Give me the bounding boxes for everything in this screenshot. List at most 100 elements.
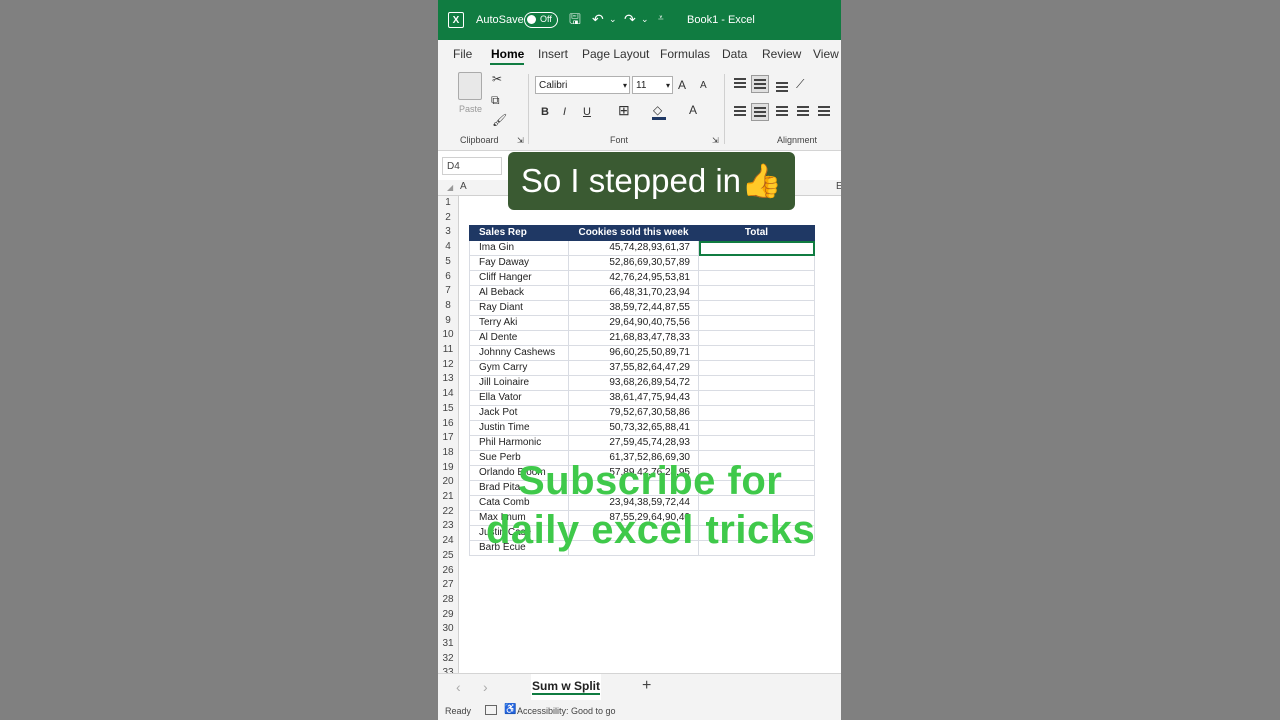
font-name-combo[interactable]: Calibri ▾: [535, 76, 630, 94]
accessibility-status[interactable]: Accessibility: Good to go: [517, 706, 616, 716]
grow-font-icon[interactable]: A: [678, 78, 686, 92]
sales-rep-cell[interactable]: Fay Daway: [469, 255, 569, 271]
row-header[interactable]: 3: [438, 225, 458, 240]
tab-review[interactable]: Review: [762, 47, 801, 61]
row-header[interactable]: 2: [438, 211, 458, 226]
bold-button[interactable]: B: [541, 105, 549, 119]
autosave-toggle[interactable]: Off: [524, 12, 558, 28]
row-header[interactable]: 32: [438, 652, 458, 667]
tab-page-layout[interactable]: Page Layout: [582, 47, 649, 61]
row-header[interactable]: 6: [438, 270, 458, 285]
cookies-cell[interactable]: 42,76,24,95,53,81: [568, 270, 699, 286]
row-header[interactable]: 5: [438, 255, 458, 270]
row-header[interactable]: 20: [438, 475, 458, 490]
underline-button[interactable]: U: [583, 105, 591, 119]
tab-insert[interactable]: Insert: [538, 47, 568, 61]
row-header[interactable]: 33: [438, 666, 458, 673]
prev-sheet-icon[interactable]: ‹: [456, 679, 461, 695]
total-cell[interactable]: [698, 420, 815, 436]
select-all-icon[interactable]: ◢: [447, 183, 453, 192]
sales-rep-cell[interactable]: Jack Pot: [469, 405, 569, 421]
total-cell[interactable]: [698, 330, 815, 346]
add-sheet-icon[interactable]: +: [642, 677, 651, 695]
orientation-icon[interactable]: ⟋: [796, 77, 804, 91]
total-cell[interactable]: [698, 255, 815, 271]
total-cell[interactable]: [698, 285, 815, 301]
row-header[interactable]: 19: [438, 461, 458, 476]
undo-icon[interactable]: ↶: [592, 11, 604, 27]
cookies-cell[interactable]: 38,59,72,44,87,55: [568, 300, 699, 316]
cookies-cell[interactable]: 52,86,69,30,57,89: [568, 255, 699, 271]
sales-rep-cell[interactable]: Justin Time: [469, 420, 569, 436]
sales-rep-cell[interactable]: Al Beback: [469, 285, 569, 301]
total-cell[interactable]: [698, 315, 815, 331]
align-bottom-icon[interactable]: [776, 82, 788, 94]
copy-icon[interactable]: ⧉: [491, 93, 500, 107]
align-top-icon[interactable]: [734, 78, 746, 90]
redo-icon[interactable]: ↷: [624, 11, 636, 27]
header-sales-rep[interactable]: Sales Rep: [469, 225, 569, 241]
increase-indent-icon[interactable]: [818, 106, 830, 118]
sales-rep-cell[interactable]: Al Dente: [469, 330, 569, 346]
cookies-cell[interactable]: 38,61,47,75,94,43: [568, 390, 699, 406]
row-header[interactable]: 11: [438, 343, 458, 358]
sales-rep-cell[interactable]: Ella Vator: [469, 390, 569, 406]
column-header-e[interactable]: E: [836, 181, 841, 192]
row-header[interactable]: 23: [438, 519, 458, 534]
cookies-cell[interactable]: 27,59,45,74,28,93: [568, 435, 699, 451]
tab-file[interactable]: File: [453, 47, 472, 61]
total-cell[interactable]: [698, 345, 815, 361]
cookies-cell[interactable]: 29,64,90,40,75,56: [568, 315, 699, 331]
row-header[interactable]: 10: [438, 328, 458, 343]
sales-rep-cell[interactable]: Ima Gin: [469, 240, 569, 256]
header-cookies[interactable]: Cookies sold this week: [568, 225, 699, 241]
total-cell[interactable]: [698, 360, 815, 376]
total-cell-selected[interactable]: [698, 240, 815, 256]
shrink-font-icon[interactable]: A: [700, 79, 707, 93]
italic-button[interactable]: I: [563, 105, 566, 119]
row-header[interactable]: 9: [438, 314, 458, 329]
column-header-a[interactable]: A: [460, 181, 467, 192]
font-color-icon[interactable]: A: [689, 103, 697, 117]
paste-icon[interactable]: [458, 72, 482, 100]
row-header[interactable]: 21: [438, 490, 458, 505]
row-header[interactable]: 25: [438, 549, 458, 564]
tab-home[interactable]: Home: [491, 47, 524, 61]
font-launcher-icon[interactable]: ⇲: [712, 134, 719, 148]
save-icon[interactable]: 🖫: [569, 11, 581, 27]
cookies-cell[interactable]: 37,55,82,64,47,29: [568, 360, 699, 376]
sales-rep-cell[interactable]: Gym Carry: [469, 360, 569, 376]
row-header[interactable]: 4: [438, 240, 458, 255]
total-cell[interactable]: [698, 405, 815, 421]
fill-color-icon[interactable]: ◇: [653, 103, 662, 117]
name-box[interactable]: D4: [442, 157, 502, 175]
total-cell[interactable]: [698, 390, 815, 406]
sales-rep-cell[interactable]: Johnny Cashews: [469, 345, 569, 361]
row-header[interactable]: 29: [438, 608, 458, 623]
total-cell[interactable]: [698, 435, 815, 451]
sales-rep-cell[interactable]: Phil Harmonic: [469, 435, 569, 451]
align-right-icon[interactable]: [776, 106, 788, 118]
cookies-cell[interactable]: 96,60,25,50,89,71: [568, 345, 699, 361]
row-header[interactable]: 17: [438, 431, 458, 446]
row-header[interactable]: 15: [438, 402, 458, 417]
row-header[interactable]: 22: [438, 505, 458, 520]
cookies-cell[interactable]: 79,52,67,30,58,86: [568, 405, 699, 421]
row-header[interactable]: 27: [438, 578, 458, 593]
total-cell[interactable]: [698, 270, 815, 286]
cut-icon[interactable]: ✂: [492, 72, 502, 86]
row-header[interactable]: 14: [438, 387, 458, 402]
row-header[interactable]: 24: [438, 534, 458, 549]
total-cell[interactable]: [698, 375, 815, 391]
decrease-indent-icon[interactable]: [797, 106, 809, 118]
row-header[interactable]: 12: [438, 358, 458, 373]
customize-toolbar-icon[interactable]: ⩡: [658, 11, 664, 27]
clipboard-launcher-icon[interactable]: ⇲: [517, 134, 524, 148]
borders-icon[interactable]: ⊞: [618, 103, 630, 117]
row-header[interactable]: 18: [438, 446, 458, 461]
tab-view[interactable]: View: [813, 47, 839, 61]
cookies-cell[interactable]: 66,48,31,70,23,94: [568, 285, 699, 301]
row-header[interactable]: 13: [438, 372, 458, 387]
macro-record-icon[interactable]: [485, 705, 497, 715]
header-total[interactable]: Total: [698, 225, 815, 241]
